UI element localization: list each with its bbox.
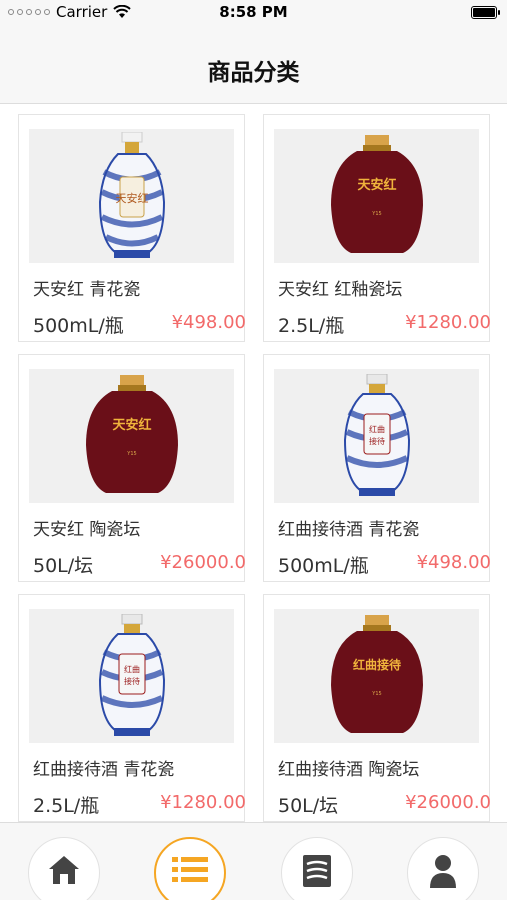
svg-text:天安红: 天安红 xyxy=(112,417,151,433)
product-image: 天安红 Y15 xyxy=(274,129,479,263)
product-price: ¥26000.0 xyxy=(160,552,246,573)
tab-orders[interactable] xyxy=(281,837,353,900)
product-price: ¥498.00 xyxy=(171,312,246,333)
svg-text:接待: 接待 xyxy=(369,436,385,446)
product-image: 红曲接待 Y15 xyxy=(274,609,479,743)
battery-icon xyxy=(471,6,500,19)
product-spec: 50L/坛 xyxy=(33,555,94,577)
product-spec: 2.5L/瓶 xyxy=(33,795,100,817)
blue-white-bottle-icon: 天安红 xyxy=(98,132,165,258)
svg-text:天安红: 天安红 xyxy=(115,191,148,205)
product-card[interactable]: 红曲 接待 红曲接待酒 青花瓷 500mL/瓶 ¥498.00 xyxy=(263,354,491,582)
product-price: ¥498.00 xyxy=(416,552,491,573)
product-spec: 500mL/瓶 xyxy=(33,315,124,337)
product-name: 天安红 青花瓷 xyxy=(33,280,141,300)
product-card[interactable]: 天安红 Y15 天安红 陶瓷坛 50L/坛 ¥26000.0 xyxy=(18,354,246,582)
svg-text:红曲接待: 红曲接待 xyxy=(352,657,400,672)
page-title: 商品分类 xyxy=(207,60,300,86)
product-name: 红曲接待酒 青花瓷 xyxy=(33,760,175,780)
product-spec: 500mL/瓶 xyxy=(278,555,369,577)
product-image: 红曲 接待 xyxy=(274,369,479,503)
tab-category[interactable] xyxy=(154,837,226,900)
document-icon xyxy=(303,855,331,887)
product-name: 天安红 红釉瓷坛 xyxy=(278,280,403,300)
product-card[interactable]: 红曲接待 Y15 红曲接待酒 陶瓷坛 50L/坛 ¥26000.0 xyxy=(263,594,491,822)
product-spec: 2.5L/瓶 xyxy=(278,315,345,337)
product-name: 红曲接待酒 青花瓷 xyxy=(278,520,420,540)
user-icon xyxy=(430,855,456,888)
red-jar-icon: 天安红 Y15 xyxy=(85,375,178,493)
product-name: 天安红 陶瓷坛 xyxy=(33,520,141,540)
svg-text:红曲: 红曲 xyxy=(124,664,140,674)
category-list-icon xyxy=(172,857,208,882)
product-spec: 50L/坛 xyxy=(278,795,339,817)
product-price: ¥26000.0 xyxy=(405,792,491,813)
svg-text:天安红: 天安红 xyxy=(357,177,396,193)
svg-text:接待: 接待 xyxy=(124,676,140,686)
home-icon xyxy=(49,856,79,884)
product-name: 红曲接待酒 陶瓷坛 xyxy=(278,760,420,780)
tab-bar xyxy=(0,822,507,900)
tab-profile[interactable] xyxy=(407,837,479,900)
svg-text:Y15: Y15 xyxy=(371,211,381,217)
product-price: ¥1280.00 xyxy=(160,792,246,813)
blue-white-bottle-icon: 红曲 接待 xyxy=(98,614,165,736)
product-grid[interactable]: 天安红 天安红 青花瓷 500mL/瓶 ¥498.00 天安红 Y15 天安红 … xyxy=(0,104,507,822)
product-card[interactable]: 红曲 接待 红曲接待酒 青花瓷 2.5L/瓶 ¥1280.00 xyxy=(18,594,246,822)
svg-text:Y15: Y15 xyxy=(126,451,136,457)
product-image: 天安红 xyxy=(29,129,234,263)
svg-text:Y15: Y15 xyxy=(371,691,381,697)
red-jar-icon: 天安红 Y15 xyxy=(330,135,423,253)
product-price: ¥1280.00 xyxy=(405,312,491,333)
status-bar: Carrier 8:58 PM xyxy=(0,0,507,26)
svg-text:红曲: 红曲 xyxy=(369,424,385,434)
product-card[interactable]: 天安红 Y15 天安红 红釉瓷坛 2.5L/瓶 ¥1280.00 xyxy=(263,114,491,342)
product-image: 红曲 接待 xyxy=(29,609,234,743)
navigation-bar: 商品分类 xyxy=(0,26,507,104)
product-card[interactable]: 天安红 天安红 青花瓷 500mL/瓶 ¥498.00 xyxy=(18,114,246,342)
blue-white-bottle-icon: 红曲 接待 xyxy=(343,374,410,496)
status-time: 8:58 PM xyxy=(219,3,288,21)
red-jar-icon: 红曲接待 Y15 xyxy=(330,615,423,733)
tab-home[interactable] xyxy=(28,837,100,900)
product-image: 天安红 Y15 xyxy=(29,369,234,503)
